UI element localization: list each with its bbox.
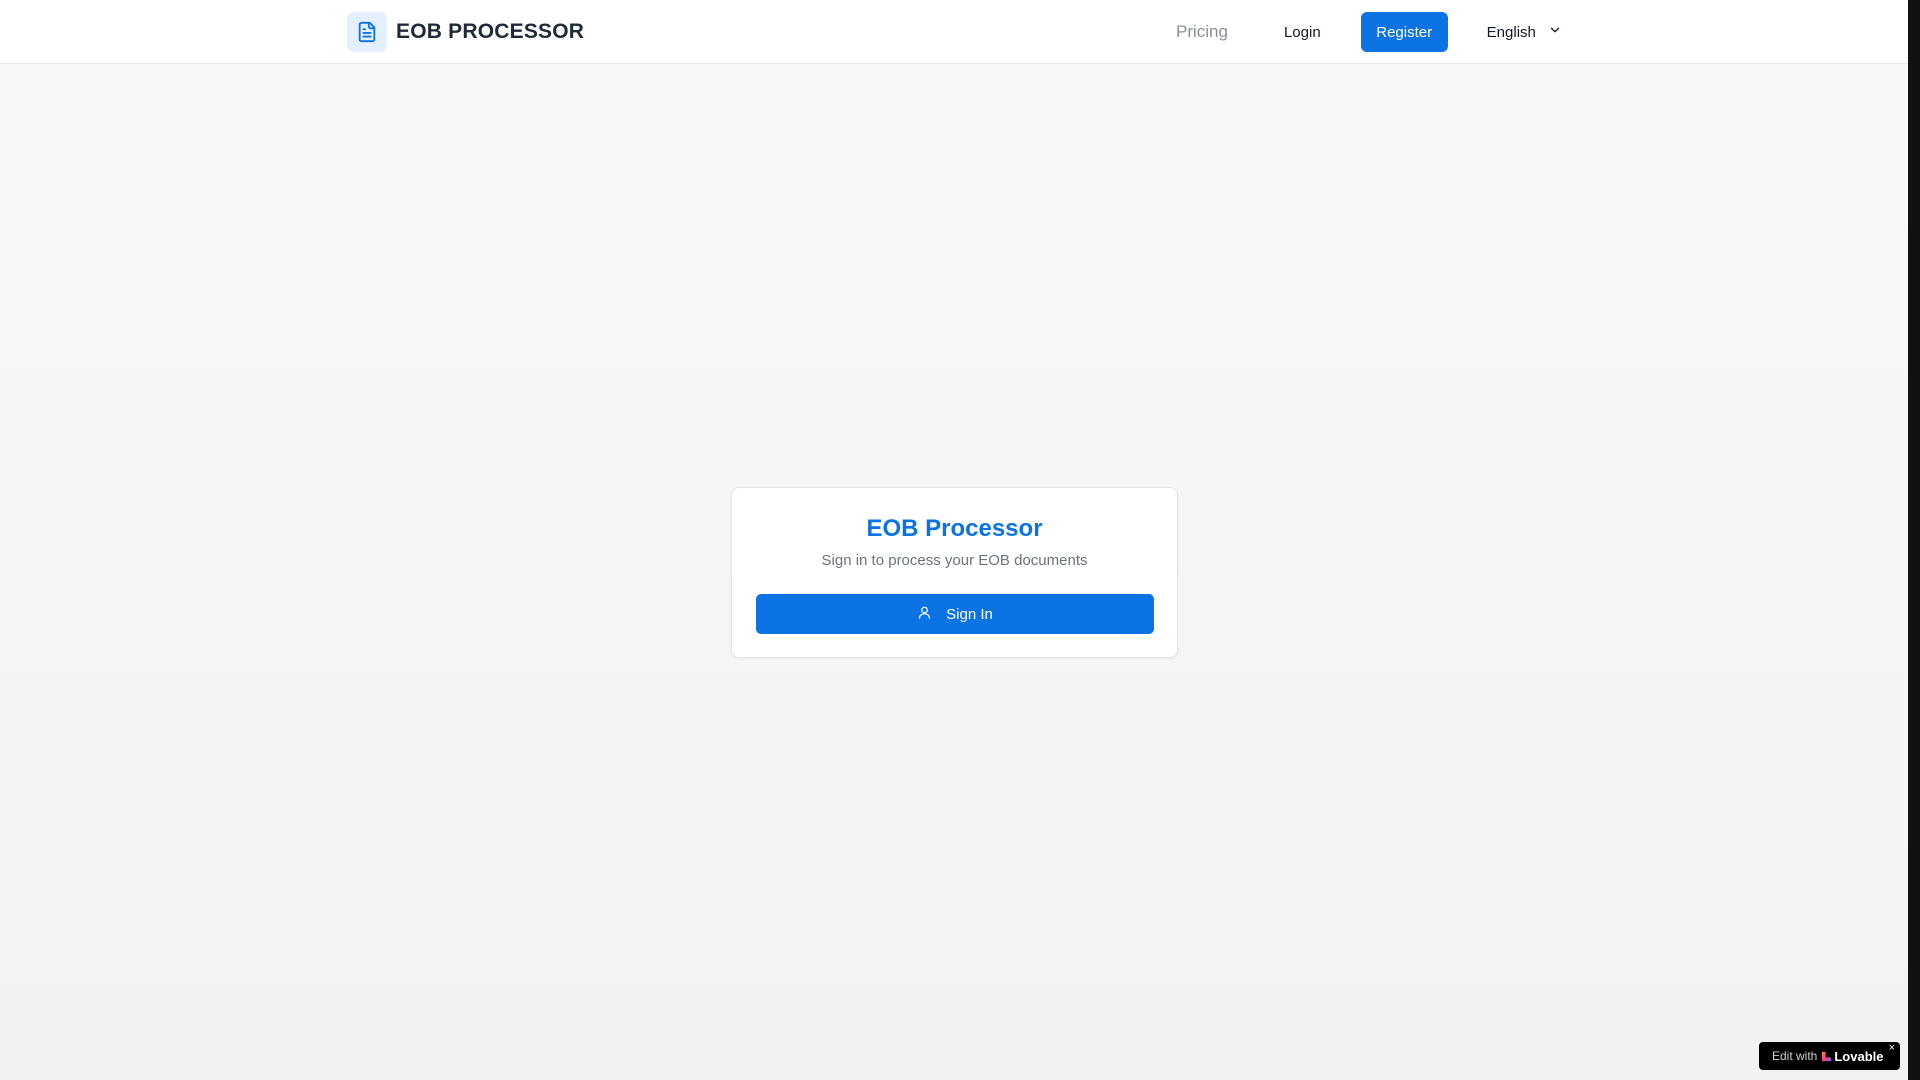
lovable-badge-prefix: Edit with bbox=[1772, 1049, 1818, 1063]
lovable-badge[interactable]: Edit with Lovable × bbox=[1759, 1042, 1900, 1070]
sign-in-button[interactable]: Sign In bbox=[756, 594, 1154, 634]
sign-in-button-label: Sign In bbox=[946, 605, 993, 623]
pricing-link[interactable]: Pricing bbox=[1176, 22, 1228, 42]
user-icon bbox=[917, 605, 932, 623]
scrollbar[interactable] bbox=[1908, 0, 1920, 1080]
brand-title: EOB PROCESSOR bbox=[396, 20, 585, 43]
header-nav: Pricing Login Register English bbox=[1160, 12, 1576, 52]
language-selector[interactable]: English bbox=[1473, 12, 1576, 52]
document-icon bbox=[347, 12, 387, 52]
page: EOB PROCESSOR Pricing Login Register Eng… bbox=[0, 0, 1908, 1080]
top-navbar: EOB PROCESSOR Pricing Login Register Eng… bbox=[0, 0, 1908, 64]
signin-card-subtitle: Sign in to process your EOB documents bbox=[821, 552, 1088, 569]
chevron-down-icon bbox=[1548, 23, 1562, 42]
register-button[interactable]: Register bbox=[1360, 12, 1448, 52]
brand-logo[interactable]: EOB PROCESSOR bbox=[347, 12, 584, 52]
close-icon[interactable]: × bbox=[1889, 1043, 1895, 1054]
language-selected: English bbox=[1486, 23, 1536, 41]
signin-card: EOB Processor Sign in to process your EO… bbox=[731, 487, 1178, 658]
lovable-badge-brand: Lovable bbox=[1834, 1048, 1884, 1064]
lovable-heart-icon bbox=[1822, 1051, 1832, 1061]
login-button[interactable]: Login bbox=[1268, 12, 1337, 52]
signin-card-title: EOB Processor bbox=[866, 515, 1043, 542]
